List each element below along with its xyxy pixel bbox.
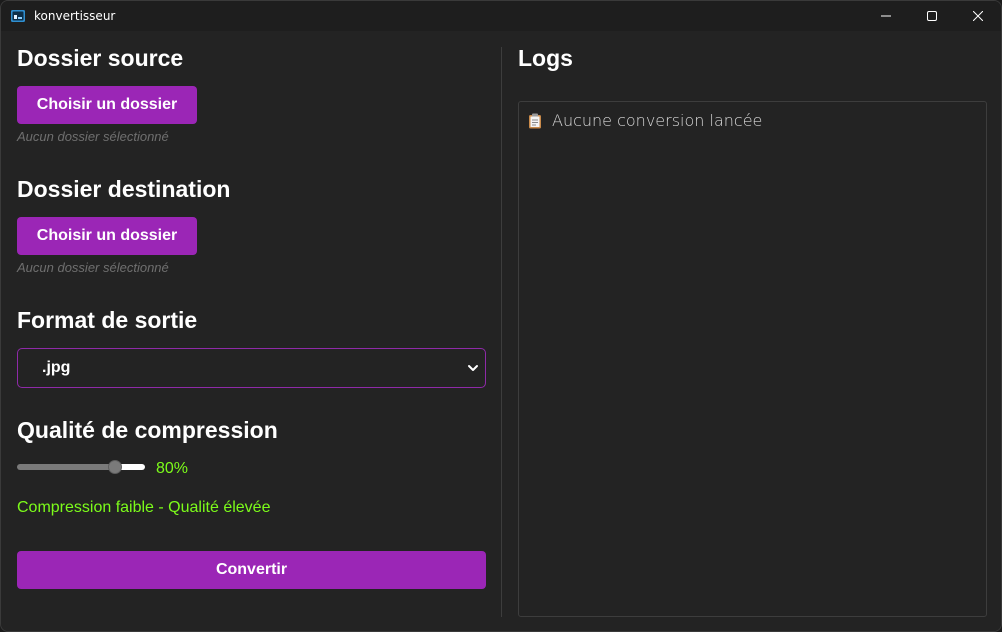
maximize-button[interactable] <box>909 1 955 31</box>
app-window: konvertisseur Dossier source Choisir un … <box>0 0 1002 632</box>
app-icon <box>10 8 26 24</box>
log-output[interactable]: Aucune conversion lancée <box>518 101 987 617</box>
destination-heading: Dossier destination <box>17 176 231 202</box>
main-content: Dossier source Choisir un dossier Aucun … <box>1 31 1001 631</box>
window-title: konvertisseur <box>34 9 116 23</box>
title-bar: konvertisseur <box>1 1 1001 31</box>
format-heading: Format de sortie <box>17 307 198 333</box>
close-button[interactable] <box>955 1 1001 31</box>
compression-heading: Qualité de compression <box>17 417 278 443</box>
log-entry: Aucune conversion lancée <box>528 111 762 130</box>
compression-description: Compression faible - Qualité élevée <box>17 499 271 516</box>
maximize-icon <box>927 11 937 21</box>
settings-panel: Dossier source Choisir un dossier Aucun … <box>17 31 487 631</box>
quality-slider[interactable] <box>17 459 145 475</box>
convert-button[interactable]: Convertir <box>17 551 486 589</box>
logs-heading: Logs <box>518 45 573 71</box>
chevron-down-icon <box>468 365 478 371</box>
minimize-icon <box>881 15 891 17</box>
slider-thumb[interactable] <box>108 460 123 474</box>
source-heading: Dossier source <box>17 45 184 71</box>
log-entry-text: Aucune conversion lancée <box>552 111 763 130</box>
close-icon <box>973 11 983 21</box>
source-folder-status: Aucun dossier sélectionné <box>17 129 169 144</box>
minimize-button[interactable] <box>863 1 909 31</box>
quality-value-label: 80% <box>156 460 189 477</box>
choose-source-folder-button[interactable]: Choisir un dossier <box>17 86 197 124</box>
choose-destination-folder-button[interactable]: Choisir un dossier <box>17 217 197 255</box>
window-controls <box>863 1 1001 31</box>
output-format-select[interactable]: .jpg <box>17 348 486 388</box>
destination-folder-status: Aucun dossier sélectionné <box>17 260 169 275</box>
clipboard-icon <box>528 113 542 129</box>
slider-track-filled <box>17 464 116 470</box>
output-format-value: .jpg <box>42 359 71 376</box>
logs-panel: Logs Aucune conversion lancée <box>518 31 987 631</box>
panel-divider <box>501 47 502 617</box>
